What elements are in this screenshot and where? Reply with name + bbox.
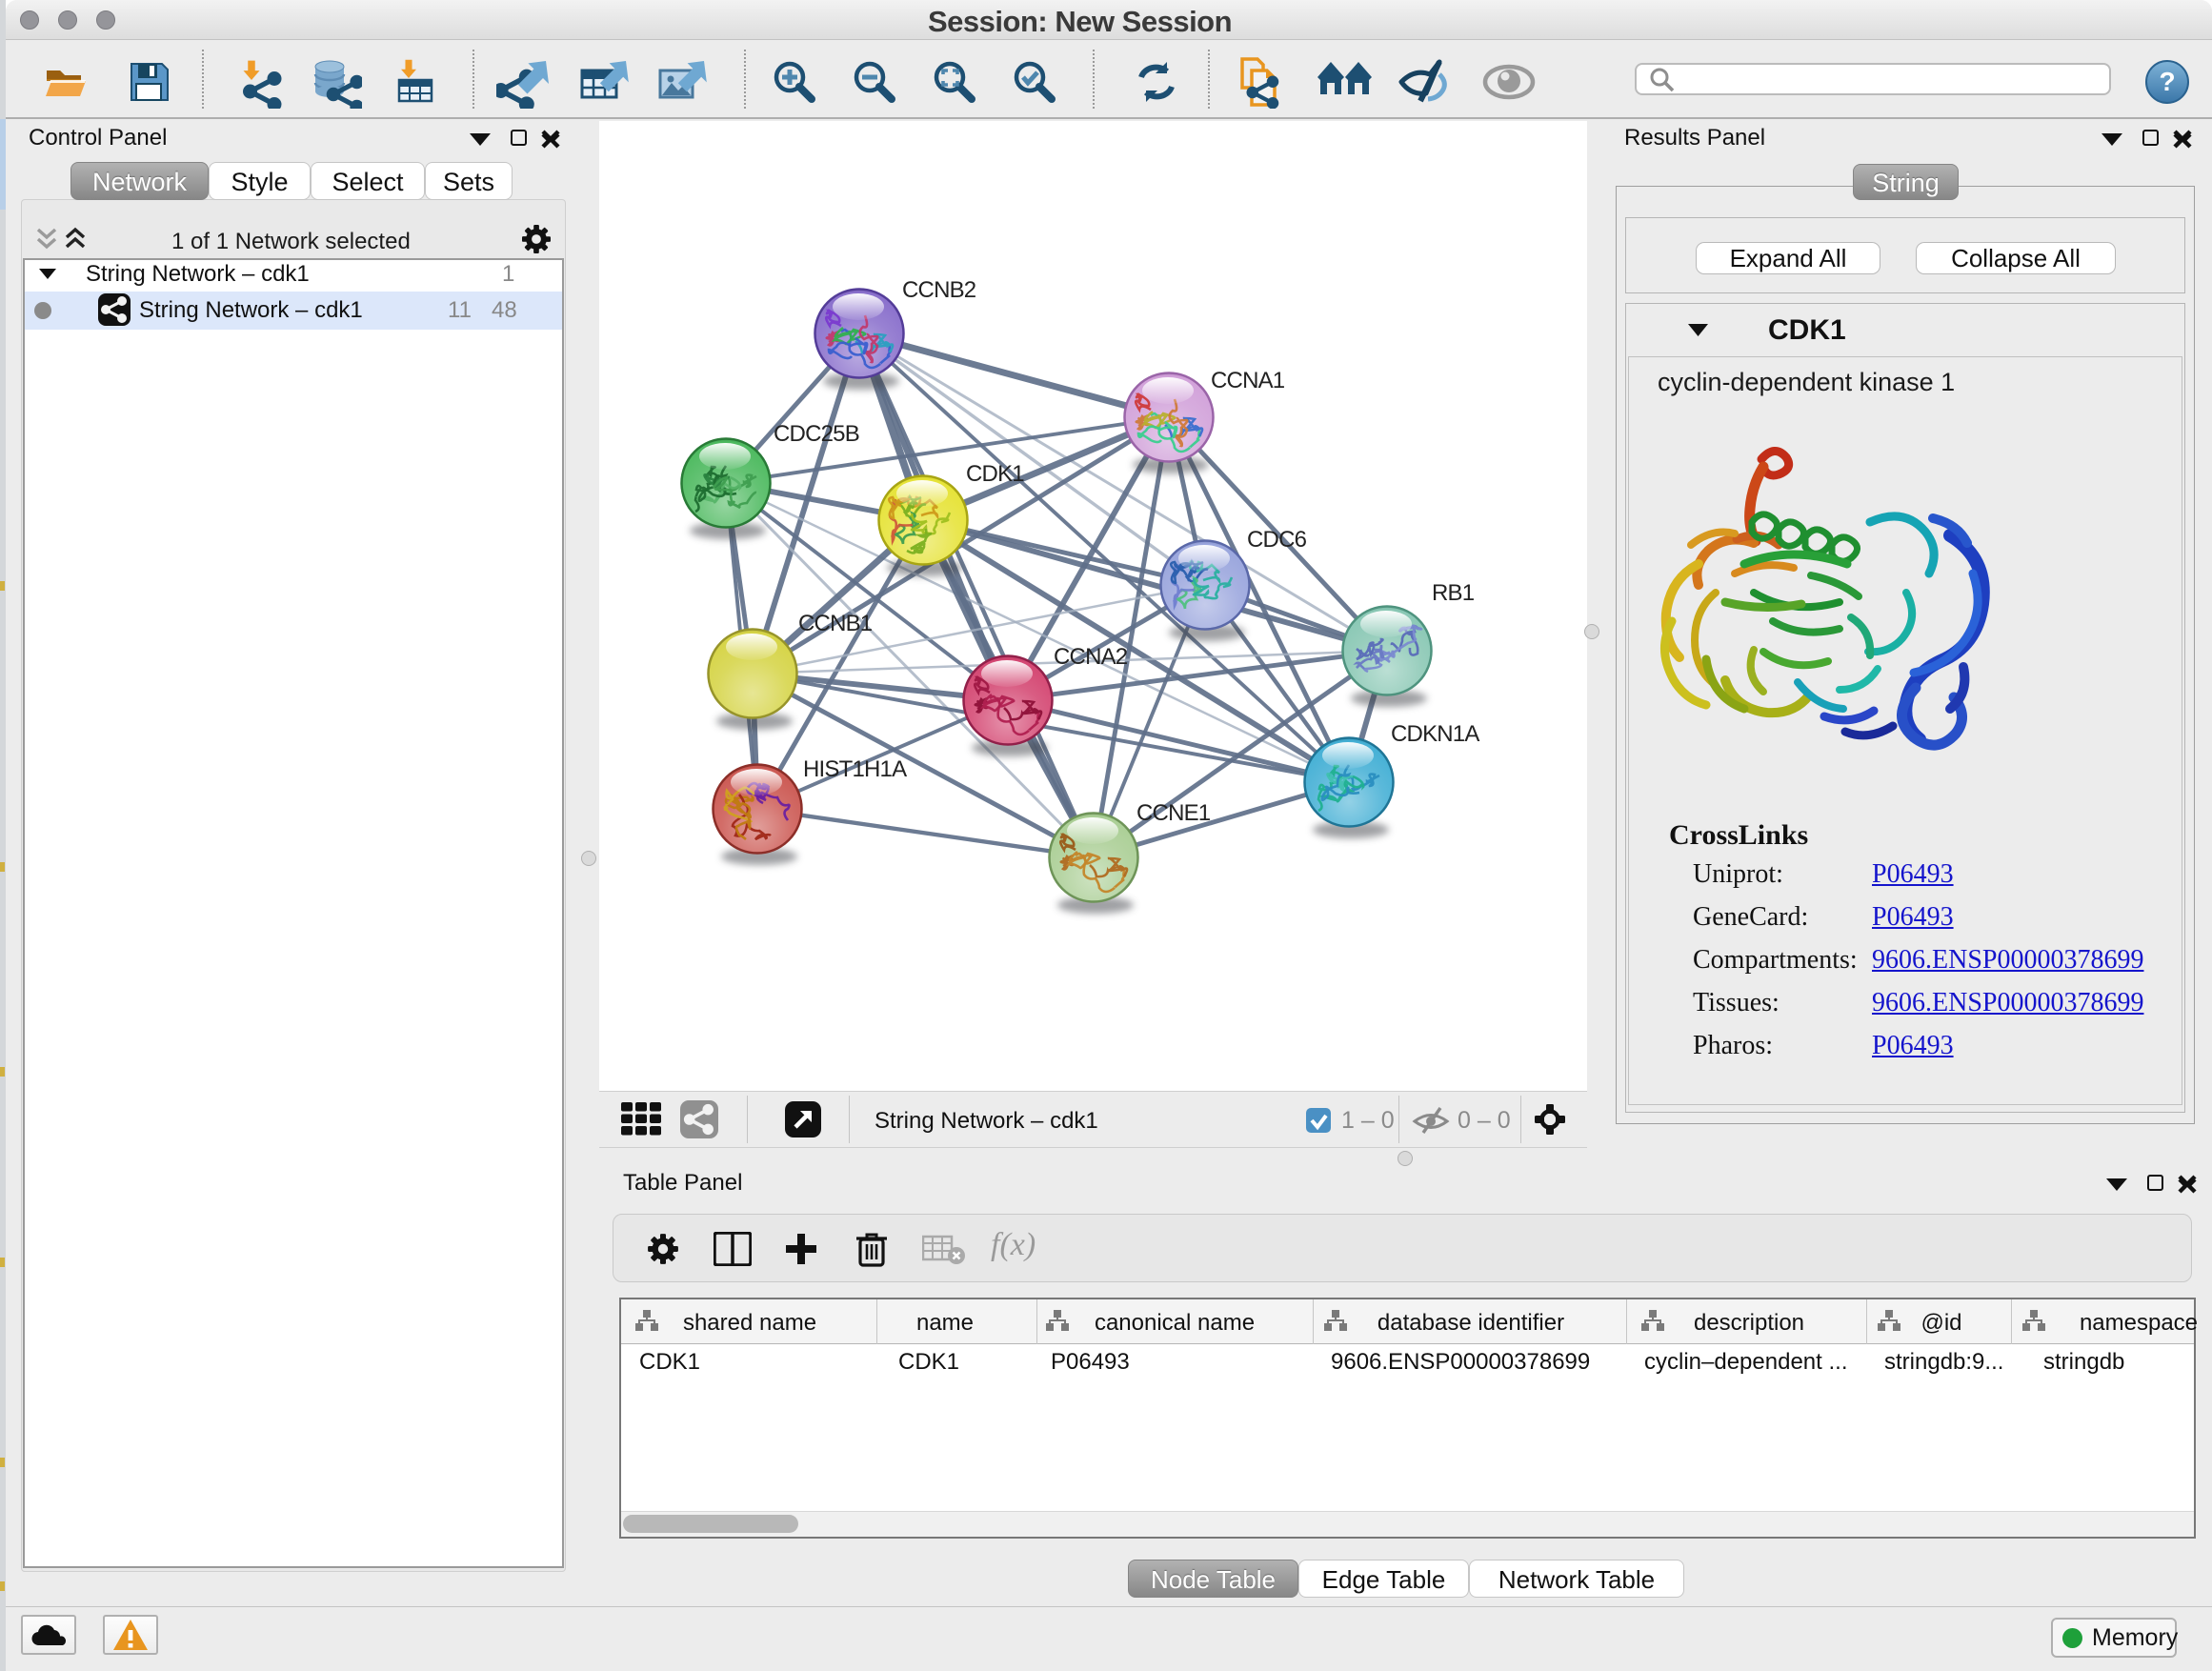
svg-text:CDK1: CDK1: [966, 461, 1024, 487]
svg-text:CCNB1: CCNB1: [798, 611, 873, 636]
svg-text:CCNE1: CCNE1: [1136, 800, 1211, 826]
svg-text:CDC6: CDC6: [1247, 527, 1307, 553]
svg-text:RB1: RB1: [1432, 580, 1475, 606]
svg-text:?: ?: [2159, 67, 2175, 96]
svg-text:HIST1H1A: HIST1H1A: [803, 756, 907, 782]
svg-text:CDC25B: CDC25B: [774, 421, 859, 447]
svg-text:CCNB2: CCNB2: [902, 277, 976, 303]
svg-text:CCNA1: CCNA1: [1211, 368, 1285, 393]
svg-text:CCNA2: CCNA2: [1054, 644, 1128, 670]
svg-text:CDKN1A: CDKN1A: [1391, 721, 1479, 747]
